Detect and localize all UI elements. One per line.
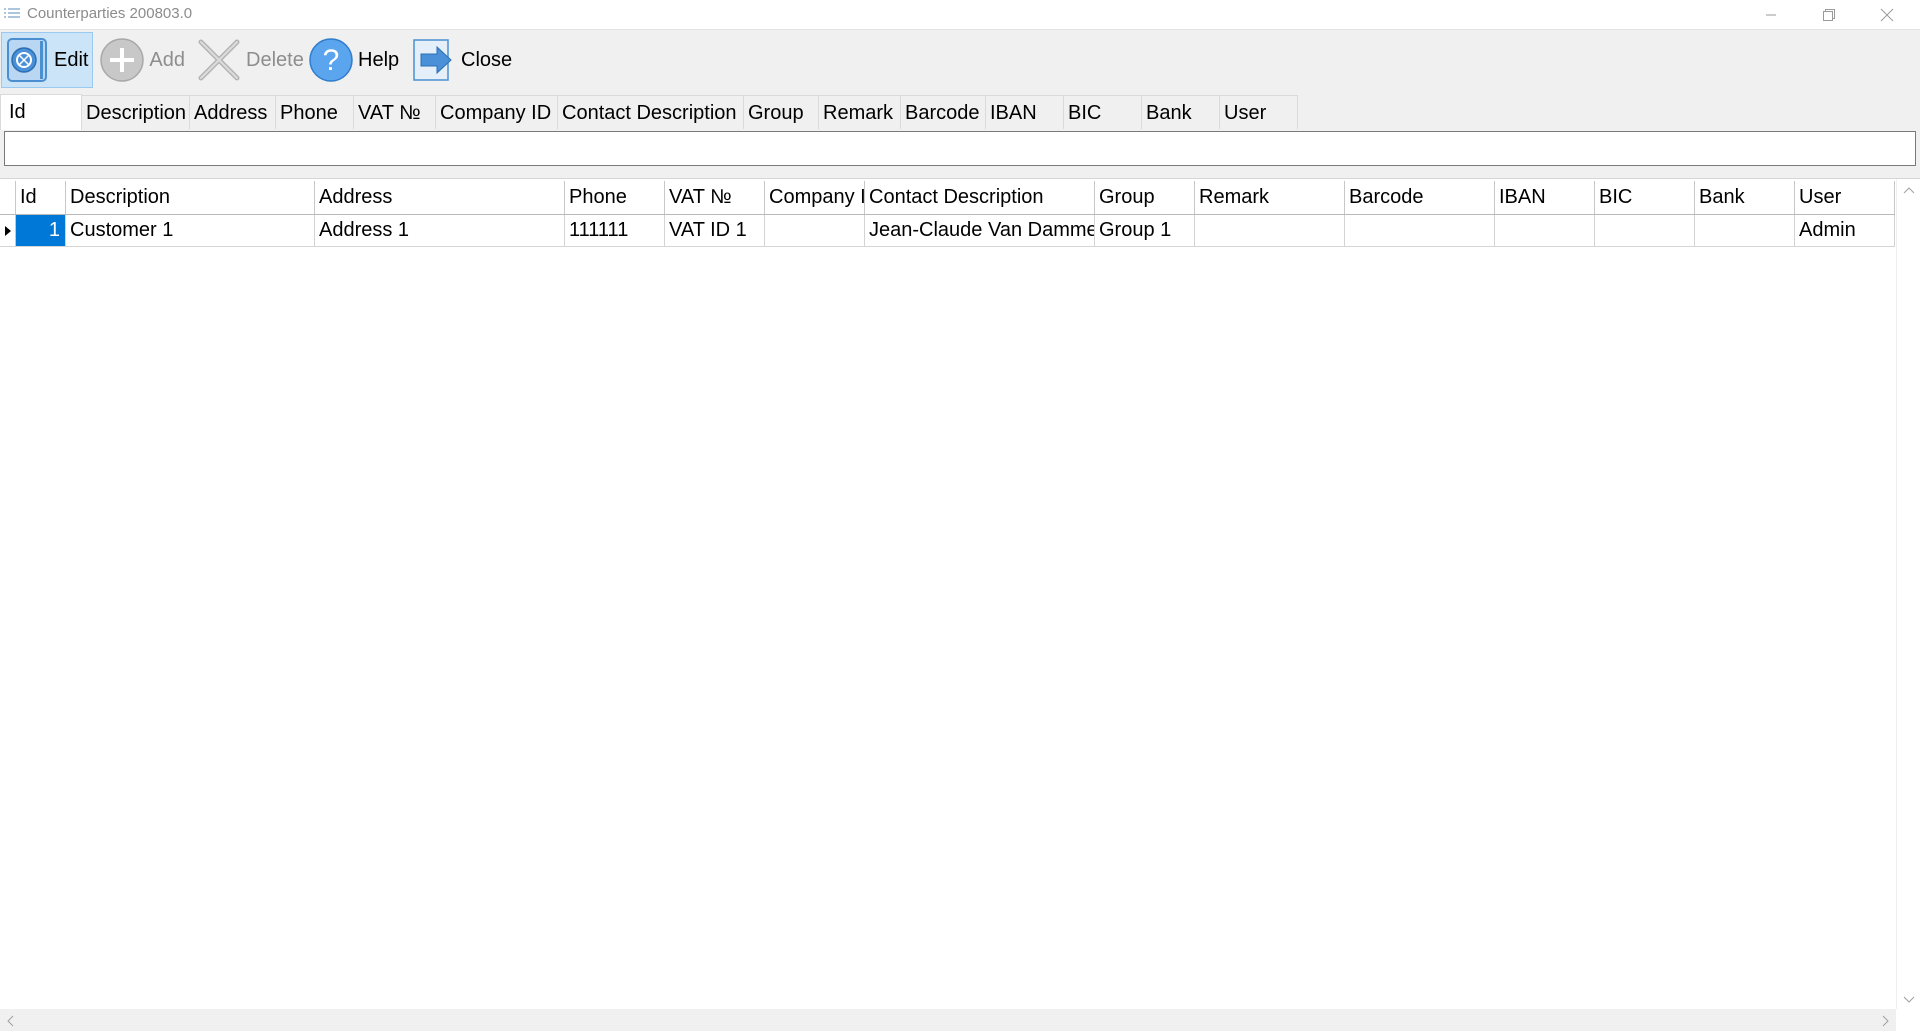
search-tab-group[interactable]: Group xyxy=(744,95,819,129)
cell-iban[interactable] xyxy=(1495,215,1595,246)
column-header-remark[interactable]: Remark xyxy=(1195,181,1345,214)
search-tab-description[interactable]: Description xyxy=(82,95,190,129)
cell-user[interactable]: Admin xyxy=(1795,215,1895,246)
column-header-id[interactable]: Id xyxy=(16,181,66,214)
scroll-right-icon[interactable] xyxy=(1882,1014,1890,1030)
cell-group[interactable]: Group 1 xyxy=(1095,215,1195,246)
delete-label: Delete xyxy=(246,48,304,71)
search-tab-contact-description[interactable]: Contact Description xyxy=(558,95,744,129)
scroll-left-icon[interactable] xyxy=(6,1014,14,1030)
search-tab-iban[interactable]: IBAN xyxy=(986,95,1064,129)
delete-icon xyxy=(196,36,242,84)
search-tab-vat[interactable]: VAT № xyxy=(354,95,436,129)
cell-remark[interactable] xyxy=(1195,215,1345,246)
window-title: Counterparties 200803.0 xyxy=(27,5,193,22)
table-row[interactable]: 1 Customer 1 Address 1 111111 VAT ID 1 Jean-C… xyxy=(0,215,1895,247)
column-header-contact-description[interactable]: Contact Description xyxy=(865,181,1095,214)
search-tab-remark[interactable]: Remark xyxy=(819,95,901,129)
edit-icon xyxy=(4,36,50,84)
close-icon xyxy=(1880,8,1894,22)
minimize-button[interactable] xyxy=(1742,0,1800,29)
help-label: Help xyxy=(358,48,400,71)
column-header-vat[interactable]: VAT № xyxy=(665,181,765,214)
search-tab-company-id[interactable]: Company ID xyxy=(436,95,558,129)
column-header-barcode[interactable]: Barcode xyxy=(1345,181,1495,214)
close-label: Close xyxy=(461,48,513,71)
cell-barcode[interactable] xyxy=(1345,215,1495,246)
exit-arrow-icon xyxy=(411,36,457,84)
search-tab-user[interactable]: User xyxy=(1220,95,1298,129)
search-tab-address[interactable]: Address xyxy=(190,95,276,129)
row-indicator-icon[interactable] xyxy=(0,215,16,246)
title-bar: Counterparties 200803.0 xyxy=(0,0,1920,30)
column-header-bic[interactable]: BIC xyxy=(1595,181,1695,214)
add-label: Add xyxy=(149,48,185,71)
data-grid: Id Description Address Phone VAT № Company IC… xyxy=(0,178,1920,1031)
search-column-tabs: Id Description Address Phone VAT № Company ID… xyxy=(0,94,1298,130)
delete-button[interactable]: Delete xyxy=(194,32,304,88)
cell-bank[interactable] xyxy=(1695,215,1795,246)
horizontal-scrollbar[interactable] xyxy=(0,1009,1896,1031)
help-icon: ? xyxy=(308,36,354,84)
column-header-bank[interactable]: Bank xyxy=(1695,181,1795,214)
column-header-phone[interactable]: Phone xyxy=(565,181,665,214)
search-tab-barcode[interactable]: Barcode xyxy=(901,95,986,129)
cell-address[interactable]: Address 1 xyxy=(315,215,565,246)
scroll-down-icon[interactable] xyxy=(1903,991,1915,1007)
grid-header: Id Description Address Phone VAT № Company IC… xyxy=(0,181,1895,215)
close-window-button[interactable] xyxy=(1858,0,1916,29)
cell-contact-description[interactable]: Jean-Claude Van Damme xyxy=(865,215,1095,246)
svg-text:?: ? xyxy=(323,44,340,77)
search-input[interactable] xyxy=(4,131,1916,166)
column-header-iban[interactable]: IBAN xyxy=(1495,181,1595,214)
vertical-scrollbar[interactable] xyxy=(1896,179,1920,1009)
column-header-user[interactable]: User xyxy=(1795,181,1895,214)
grid-corner xyxy=(0,181,16,214)
cell-vat[interactable]: VAT ID 1 xyxy=(665,215,765,246)
search-tab-bank[interactable]: Bank xyxy=(1142,95,1220,129)
column-header-company-i[interactable]: Company I xyxy=(765,181,865,214)
cell-phone[interactable]: 111111 xyxy=(565,215,665,246)
cell-bic[interactable] xyxy=(1595,215,1695,246)
minimize-icon xyxy=(1765,9,1777,21)
search-tab-id[interactable]: Id xyxy=(0,94,82,130)
toolbar: Edit Add Delete ? Help Close xyxy=(0,30,1920,90)
search-tab-bic[interactable]: BIC xyxy=(1064,95,1142,129)
column-header-group[interactable]: Group xyxy=(1095,181,1195,214)
restore-button[interactable] xyxy=(1800,0,1858,29)
close-button[interactable]: Close xyxy=(409,32,513,88)
column-header-description[interactable]: Description xyxy=(66,181,315,214)
restore-icon xyxy=(1822,8,1836,22)
scroll-up-icon[interactable] xyxy=(1903,181,1915,197)
help-button[interactable]: ? Help xyxy=(306,32,402,88)
edit-label: Edit xyxy=(54,48,89,71)
edit-button[interactable]: Edit xyxy=(1,32,93,88)
search-tab-phone[interactable]: Phone xyxy=(276,95,354,129)
cell-company-i[interactable] xyxy=(765,215,865,246)
add-button[interactable]: Add xyxy=(97,32,189,88)
column-header-address[interactable]: Address xyxy=(315,181,565,214)
cell-description[interactable]: Customer 1 xyxy=(66,215,315,246)
list-icon xyxy=(3,7,21,21)
plus-icon xyxy=(99,36,145,84)
cell-id[interactable]: 1 xyxy=(16,215,66,246)
